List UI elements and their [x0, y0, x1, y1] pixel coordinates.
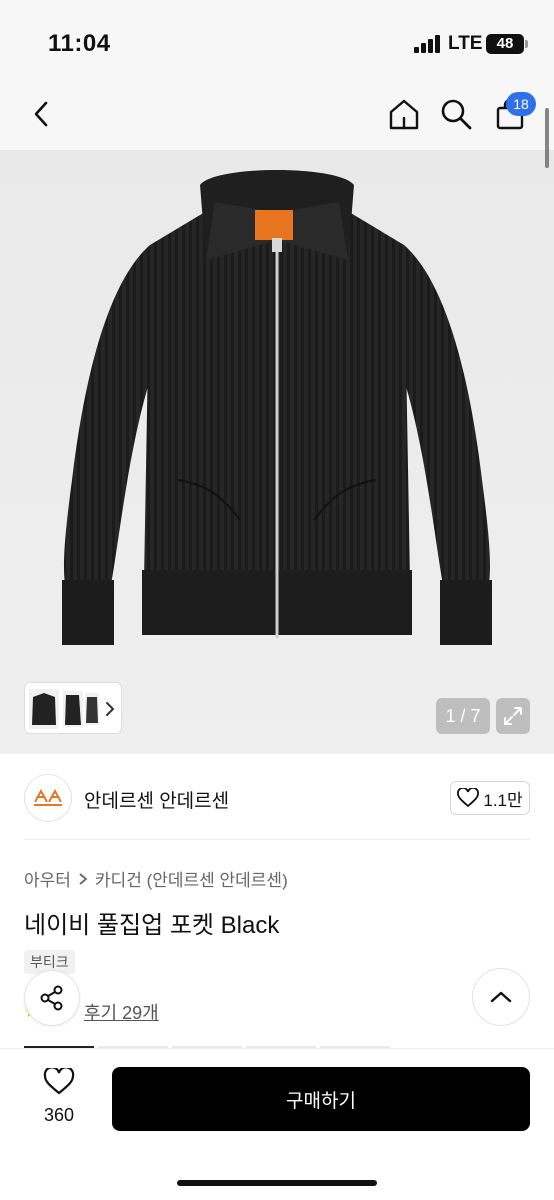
product-image[interactable] [0, 150, 554, 754]
chevron-up-icon [490, 991, 512, 1003]
brand-name[interactable]: 안데르센 안데르센 [84, 786, 229, 813]
product-title: 네이비 풀집업 포켓 Black [24, 912, 280, 939]
brand-like-count: 1.1만 [483, 790, 523, 810]
status-time: 11:04 [48, 30, 111, 57]
chevron-right-icon [106, 702, 115, 716]
image-counter: 1 / 7 [436, 698, 490, 734]
top-nav [0, 80, 554, 150]
cardigan-image [62, 170, 492, 645]
cart-count-badge: 18 [506, 92, 536, 116]
network-label: LTE [448, 33, 483, 54]
page-scrollbar[interactable] [545, 108, 549, 168]
heart-icon [457, 788, 480, 808]
breadcrumb-cardigan[interactable]: 카디건 (안데르센 안데르센) [95, 866, 288, 891]
home-indicator[interactable] [177, 1180, 377, 1186]
buy-button[interactable]: 구매하기 [112, 1067, 530, 1131]
breadcrumb-outer[interactable]: 아우터 [24, 866, 71, 891]
signal-icon [414, 35, 444, 53]
status-bar: 11:04 LTE 48 [0, 0, 554, 80]
back-icon[interactable] [22, 94, 62, 134]
expand-icon [504, 707, 522, 725]
wish-count: 360 [43, 1105, 75, 1125]
divider [24, 839, 530, 840]
expand-button[interactable] [496, 698, 530, 734]
search-icon[interactable] [436, 94, 476, 134]
brand-logo[interactable] [24, 774, 72, 822]
battery-icon: 48 [486, 34, 528, 54]
chevron-right-icon [79, 872, 88, 885]
thumbnail-strip[interactable] [24, 682, 122, 734]
brand-like-button[interactable]: 1.1만 [450, 781, 530, 815]
wish-button[interactable]: 360 [24, 1066, 94, 1126]
share-icon [40, 985, 63, 1011]
share-button[interactable] [24, 970, 80, 1026]
review-link[interactable]: 후기 29개 [84, 999, 159, 1025]
breadcrumb: 아우터 카디건 (안데르센 안데르센) [24, 866, 288, 891]
heart-icon [43, 1066, 75, 1095]
home-icon[interactable] [384, 94, 424, 134]
brand-logo-icon [34, 788, 62, 806]
scroll-top-button[interactable] [472, 968, 530, 1026]
